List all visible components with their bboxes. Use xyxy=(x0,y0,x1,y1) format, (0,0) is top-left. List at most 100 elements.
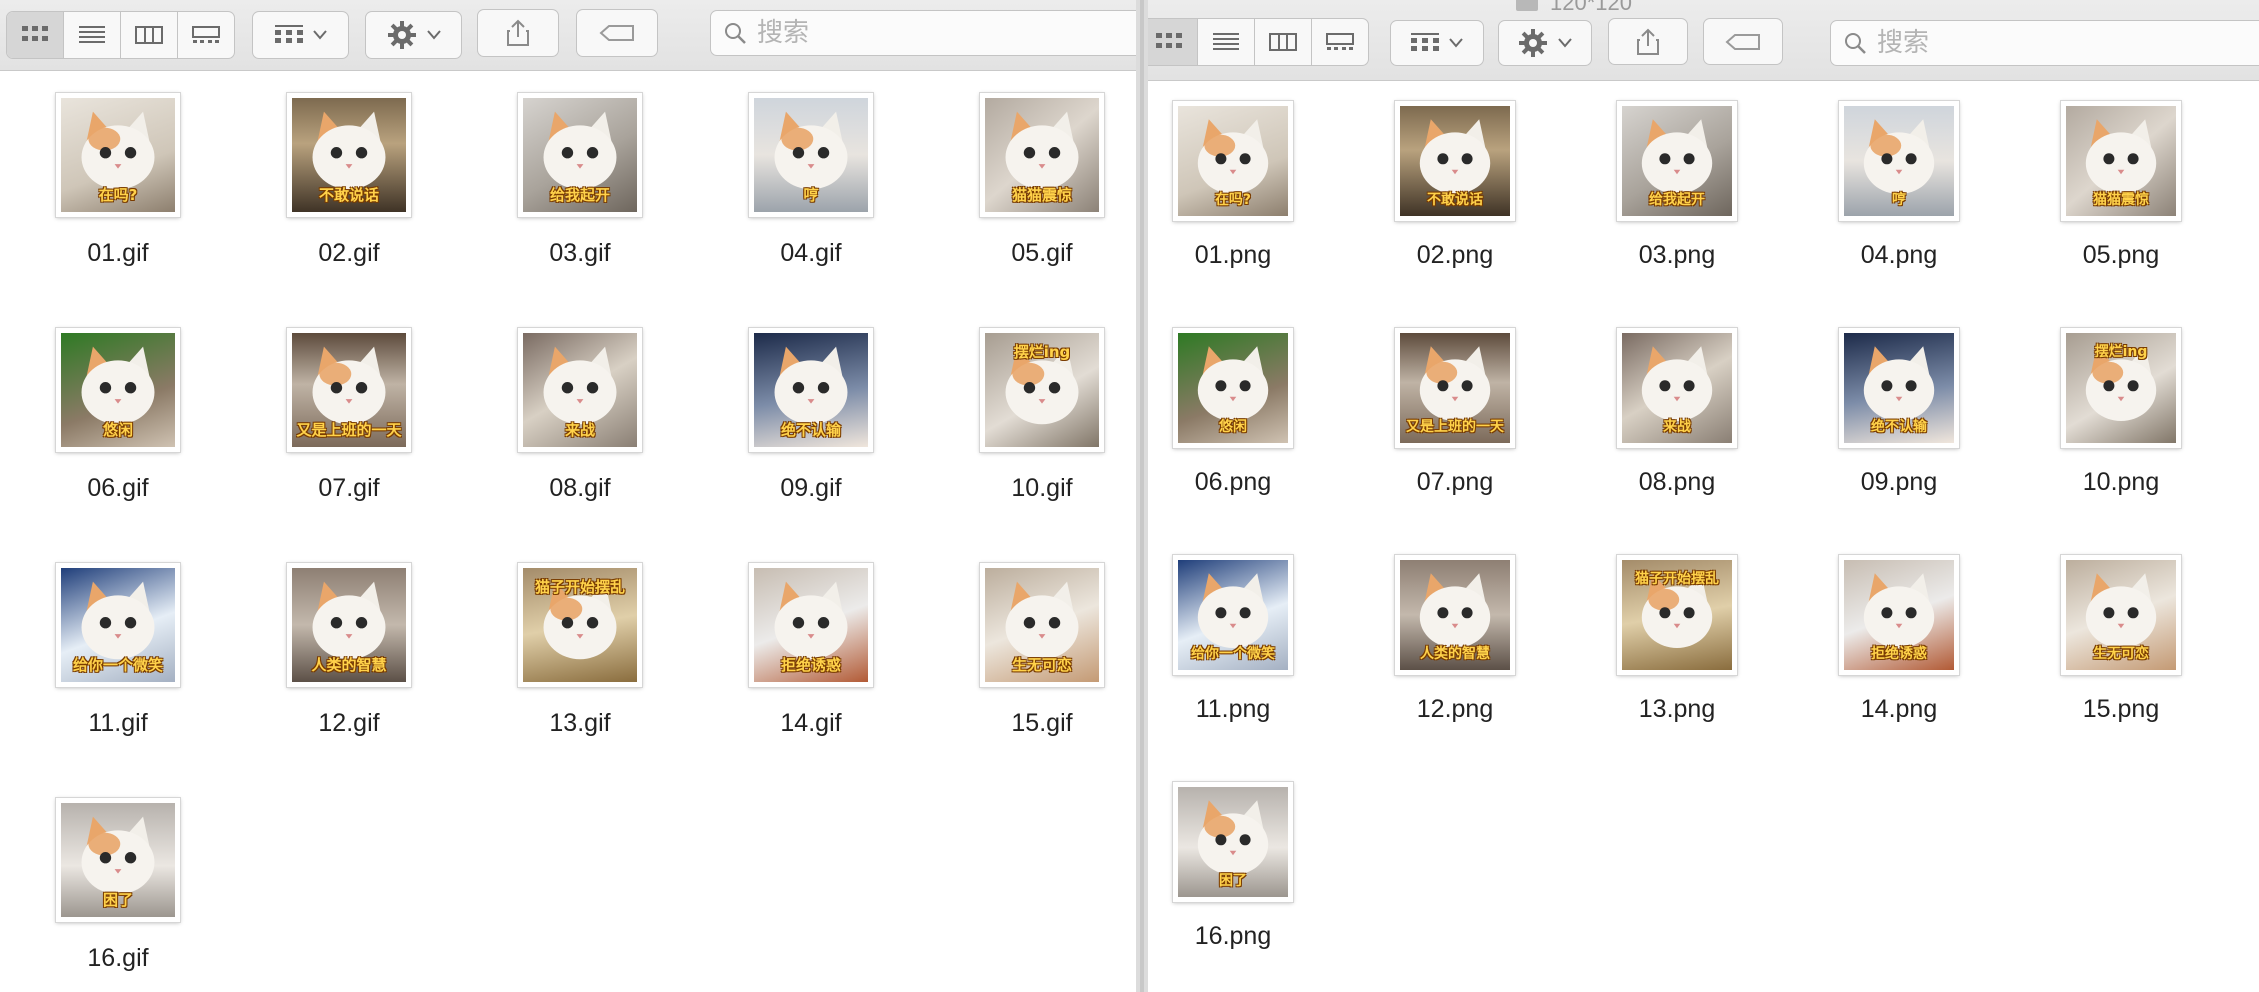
file-thumbnail[interactable]: 猫猫震惊 xyxy=(2061,101,2181,221)
file-item[interactable]: 猫猫震惊 05.png xyxy=(2011,101,2231,270)
action-button[interactable] xyxy=(1498,20,1592,66)
share-button[interactable] xyxy=(477,9,559,57)
file-thumbnail[interactable]: 摆烂ing xyxy=(2061,328,2181,448)
file-item[interactable]: 拒绝诱惑 14.png xyxy=(1789,555,2009,724)
file-item[interactable]: 困了 16.png xyxy=(1148,782,1343,951)
file-item[interactable]: 又是上班的一天 07.gif xyxy=(239,328,459,503)
file-item[interactable]: 绝不认输 09.gif xyxy=(701,328,921,503)
file-thumbnail[interactable]: 又是上班的一天 xyxy=(287,328,411,452)
file-item[interactable]: 摆烂ing 10.gif xyxy=(932,328,1136,503)
file-name: 09.png xyxy=(1860,468,1938,496)
search-field[interactable] xyxy=(1830,20,2259,66)
file-name: 13.gif xyxy=(549,709,611,737)
file-item[interactable]: 来战 08.png xyxy=(1567,328,1787,497)
file-item[interactable]: 摆烂ing 10.png xyxy=(2011,328,2231,497)
file-item[interactable]: 悠闲 06.png xyxy=(1148,328,1343,497)
file-thumbnail[interactable]: 拒绝诱惑 xyxy=(749,563,873,687)
file-thumbnail[interactable]: 绝不认输 xyxy=(1839,328,1959,448)
file-thumbnail[interactable]: 在吗? xyxy=(1173,101,1293,221)
file-item[interactable]: 在吗? 01.gif xyxy=(8,93,228,268)
folder-icon xyxy=(1516,0,1538,12)
file-thumbnail[interactable]: 来战 xyxy=(1617,328,1737,448)
file-item[interactable]: 生无可恋 15.png xyxy=(2011,555,2231,724)
file-item[interactable]: 来战 08.gif xyxy=(470,328,690,503)
list-view-button[interactable] xyxy=(64,12,121,58)
gallery-view-button[interactable] xyxy=(178,12,234,58)
gallery-view-button[interactable] xyxy=(1312,19,1368,65)
file-thumbnail[interactable]: 不敢说话 xyxy=(287,93,411,217)
sticker-caption: 悠闲 xyxy=(102,421,133,439)
icon-view-button[interactable] xyxy=(1148,19,1198,65)
file-item[interactable]: 困了 16.gif xyxy=(8,798,228,973)
file-item[interactable]: 哼 04.png xyxy=(1789,101,2009,270)
file-thumbnail[interactable]: 哼 xyxy=(749,93,873,217)
file-thumbnail[interactable]: 给我起开 xyxy=(518,93,642,217)
file-item[interactable]: 悠闲 06.gif xyxy=(8,328,228,503)
file-thumbnail[interactable]: 猫猫震惊 xyxy=(980,93,1104,217)
file-item[interactable]: 拒绝诱惑 14.gif xyxy=(701,563,921,738)
action-button[interactable] xyxy=(365,11,462,59)
file-item[interactable]: 猫子开始摆乱 13.png xyxy=(1567,555,1787,724)
file-thumbnail[interactable]: 来战 xyxy=(518,328,642,452)
cat-photo: 给我起开 xyxy=(523,98,637,212)
list-view-button[interactable] xyxy=(1198,19,1255,65)
column-view-button[interactable] xyxy=(1255,19,1312,65)
file-item[interactable]: 在吗? 01.png xyxy=(1148,101,1343,270)
file-item[interactable]: 不敢说话 02.png xyxy=(1345,101,1565,270)
file-item[interactable]: 哼 04.gif xyxy=(701,93,921,268)
file-item[interactable]: 绝不认输 09.png xyxy=(1789,328,2009,497)
column-view-icon xyxy=(1269,33,1297,51)
file-item[interactable]: 猫猫震惊 05.gif xyxy=(932,93,1136,268)
file-thumbnail[interactable]: 哼 xyxy=(1839,101,1959,221)
file-item[interactable]: 猫子开始摆乱 13.gif xyxy=(470,563,690,738)
group-by-button[interactable] xyxy=(252,11,349,59)
file-thumbnail[interactable]: 拒绝诱惑 xyxy=(1839,555,1959,675)
cat-photo: 在吗? xyxy=(61,98,175,212)
file-thumbnail[interactable]: 猫子开始摆乱 xyxy=(1617,555,1737,675)
file-thumbnail[interactable]: 在吗? xyxy=(56,93,180,217)
search-input[interactable] xyxy=(755,17,979,49)
tags-button[interactable] xyxy=(576,9,658,57)
file-thumbnail[interactable]: 生无可恋 xyxy=(980,563,1104,687)
file-thumbnail[interactable]: 生无可恋 xyxy=(2061,555,2181,675)
file-thumbnail[interactable]: 人类的智慧 xyxy=(287,563,411,687)
file-item[interactable]: 不敢说话 02.gif xyxy=(239,93,459,268)
file-item[interactable]: 给我起开 03.gif xyxy=(470,93,690,268)
file-thumbnail[interactable]: 摆烂ing xyxy=(980,328,1104,452)
file-thumbnail[interactable]: 给你一个微笑 xyxy=(1173,555,1293,675)
file-thumbnail[interactable]: 困了 xyxy=(56,798,180,922)
file-thumbnail[interactable]: 悠闲 xyxy=(1173,328,1293,448)
icon-view-button[interactable] xyxy=(7,12,64,58)
file-thumbnail[interactable]: 猫子开始摆乱 xyxy=(518,563,642,687)
share-icon xyxy=(1637,28,1659,55)
file-item[interactable]: 生无可恋 15.gif xyxy=(932,563,1136,738)
file-thumbnail[interactable]: 困了 xyxy=(1173,782,1293,902)
cat-photo: 生无可恋 xyxy=(2066,560,2176,670)
file-thumbnail[interactable]: 给我起开 xyxy=(1617,101,1737,221)
sticker-caption: 困了 xyxy=(1219,873,1247,889)
file-thumbnail[interactable]: 绝不认输 xyxy=(749,328,873,452)
file-item[interactable]: 给你一个微笑 11.png xyxy=(1148,555,1343,724)
file-name: 07.png xyxy=(1416,468,1494,496)
file-thumbnail[interactable]: 不敢说话 xyxy=(1395,101,1515,221)
group-icon xyxy=(1411,33,1439,51)
file-name: 06.png xyxy=(1194,468,1272,496)
file-name: 08.png xyxy=(1638,468,1716,496)
file-thumbnail[interactable]: 悠闲 xyxy=(56,328,180,452)
group-by-button[interactable] xyxy=(1390,20,1484,66)
list-view-icon xyxy=(1213,33,1239,50)
file-thumbnail[interactable]: 给你一个微笑 xyxy=(56,563,180,687)
file-item[interactable]: 给你一个微笑 11.gif xyxy=(8,563,228,738)
file-item[interactable]: 人类的智慧 12.gif xyxy=(239,563,459,738)
column-view-icon xyxy=(135,26,163,44)
file-item[interactable]: 人类的智慧 12.png xyxy=(1345,555,1565,724)
search-input[interactable] xyxy=(1875,27,2099,59)
tags-button[interactable] xyxy=(1703,18,1783,65)
share-button[interactable] xyxy=(1608,18,1688,65)
search-field[interactable] xyxy=(710,10,1136,56)
file-thumbnail[interactable]: 人类的智慧 xyxy=(1395,555,1515,675)
file-thumbnail[interactable]: 又是上班的一天 xyxy=(1395,328,1515,448)
file-item[interactable]: 又是上班的一天 07.png xyxy=(1345,328,1565,497)
file-item[interactable]: 给我起开 03.png xyxy=(1567,101,1787,270)
column-view-button[interactable] xyxy=(121,12,178,58)
